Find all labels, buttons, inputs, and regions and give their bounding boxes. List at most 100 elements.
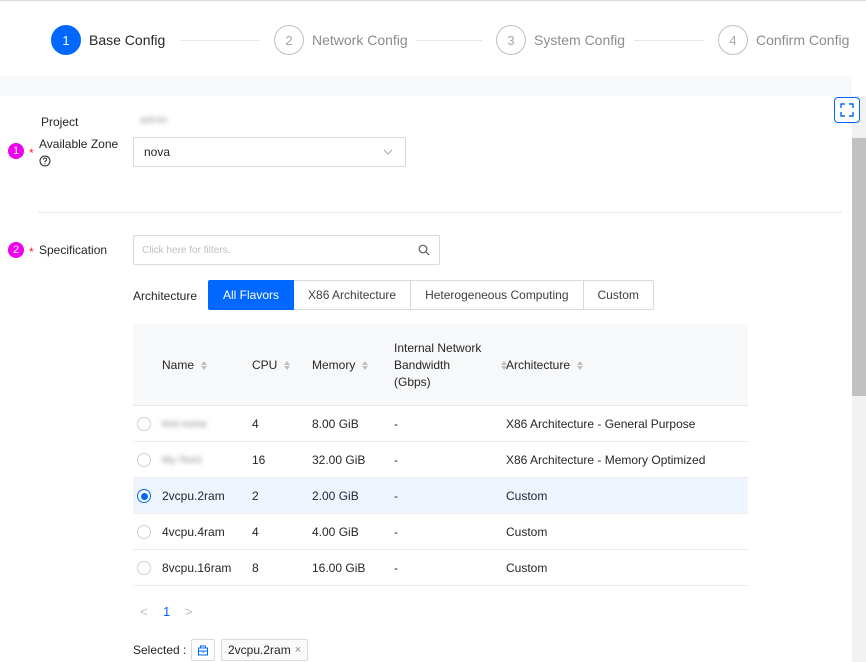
- column-cpu[interactable]: CPU: [252, 324, 291, 406]
- wizard-steps: 1 Base Config 2 Network Config 3 System …: [0, 1, 866, 76]
- cell-architecture: Custom: [506, 525, 548, 539]
- row-radio[interactable]: [137, 453, 151, 467]
- cell-cpu: 16: [252, 453, 266, 467]
- column-name-label: Name: [162, 358, 195, 372]
- required-asterisk: *: [29, 146, 34, 160]
- step-number: 2: [274, 25, 304, 55]
- cell-bandwidth: -: [394, 489, 398, 503]
- step-base-config[interactable]: 1 Base Config: [51, 25, 165, 55]
- table-row[interactable]: My-Test1 16 32.00 GiB - X86 Architecture - M…: [133, 442, 748, 478]
- flavor-icon-button[interactable]: [191, 639, 215, 661]
- cell-name: 4vcpu.4ram: [162, 525, 225, 539]
- step-label: Base Config: [89, 32, 166, 48]
- row-radio[interactable]: [137, 489, 151, 503]
- tab-x86-architecture[interactable]: X86 Architecture: [294, 280, 412, 310]
- architecture-tabs: All Flavors X86 Architecture Heterogeneo…: [208, 280, 654, 310]
- flavor-table: Name CPU Memory Internal Network Bandwid…: [133, 324, 748, 586]
- step-network-config[interactable]: 2 Network Config: [274, 25, 408, 55]
- step-label: System Config: [534, 32, 626, 48]
- tab-heterogeneous-computing[interactable]: Heterogeneous Computing: [411, 280, 584, 310]
- sort-icon[interactable]: [577, 360, 584, 370]
- column-cpu-label: CPU: [252, 358, 278, 372]
- chevron-down-icon: [383, 149, 393, 155]
- cell-architecture: X86 Architecture - Memory Optimized: [506, 453, 706, 467]
- fullscreen-icon: [840, 103, 854, 117]
- column-bandwidth-label: Internal Network Bandwidth (Gbps): [394, 340, 481, 391]
- page-1-button[interactable]: 1: [163, 604, 170, 619]
- bandwidth-label-line: (Gbps): [394, 374, 431, 389]
- column-bandwidth[interactable]: Internal Network Bandwidth (Gbps): [394, 324, 508, 406]
- column-name[interactable]: Name: [162, 324, 208, 406]
- column-memory[interactable]: Memory: [312, 324, 369, 406]
- step-label: Confirm Config: [756, 32, 850, 48]
- step-marker-2: 2: [8, 242, 24, 258]
- cell-bandwidth: -: [394, 561, 398, 575]
- cell-memory: 2.00 GiB: [312, 489, 359, 503]
- table-row[interactable]: 8vcpu.16ram 8 16.00 GiB - Custom: [133, 550, 748, 586]
- help-circle-icon[interactable]: [39, 155, 51, 167]
- project-label: Project: [41, 115, 79, 129]
- available-zone-value: nova: [144, 145, 171, 159]
- next-page-button[interactable]: >: [185, 604, 193, 619]
- specification-label: Specification: [39, 243, 108, 257]
- cell-memory: 8.00 GiB: [312, 417, 359, 431]
- cell-architecture: Custom: [506, 561, 548, 575]
- cell-cpu: 4: [252, 525, 259, 539]
- column-memory-label: Memory: [312, 358, 356, 372]
- table-row[interactable]: 4vcpu.4ram 4 4.00 GiB - Custom: [133, 514, 748, 550]
- step-number: 4: [718, 25, 748, 55]
- table-row[interactable]: test-numa 4 8.00 GiB - X86 Architecture - Ge…: [133, 406, 748, 442]
- table-header: Name CPU Memory Internal Network Bandwid…: [133, 324, 748, 406]
- cell-memory: 4.00 GiB: [312, 525, 359, 539]
- step-connector: [180, 40, 260, 41]
- step-number: 1: [51, 25, 81, 55]
- selected-label: Selected :: [133, 643, 187, 657]
- step-number: 3: [496, 25, 526, 55]
- cell-name: 8vcpu.16ram: [162, 561, 232, 575]
- table-body: test-numa 4 8.00 GiB - X86 Architecture - Ge…: [133, 406, 748, 586]
- cell-memory: 16.00 GiB: [312, 561, 366, 575]
- available-zone-select[interactable]: nova: [133, 137, 406, 167]
- filter-placeholder: Click here for filters.: [142, 244, 231, 256]
- search-icon[interactable]: [418, 244, 430, 256]
- table-row[interactable]: 2vcpu.2ram 2 2.00 GiB - Custom: [133, 478, 748, 514]
- step-system-config[interactable]: 3 System Config: [496, 25, 625, 55]
- cell-name: My-Test1: [162, 454, 203, 466]
- row-radio[interactable]: [137, 561, 151, 575]
- prev-page-button[interactable]: <: [140, 604, 148, 619]
- step-connector: [634, 40, 704, 41]
- column-architecture-label: Architecture: [506, 358, 571, 372]
- cell-cpu: 4: [252, 417, 259, 431]
- cell-bandwidth: -: [394, 417, 398, 431]
- step-connector: [416, 40, 482, 41]
- flavor-icon: [198, 645, 208, 656]
- selected-flavor-tag: 2vcpu.2ram ×: [221, 639, 309, 661]
- column-architecture[interactable]: Architecture: [506, 324, 584, 406]
- row-radio[interactable]: [137, 417, 151, 431]
- architecture-label: Architecture: [133, 289, 198, 303]
- cell-name: test-numa: [162, 418, 207, 430]
- fullscreen-button[interactable]: [834, 97, 860, 123]
- cell-bandwidth: -: [394, 453, 398, 467]
- tab-all-flavors[interactable]: All Flavors: [208, 280, 295, 310]
- row-radio[interactable]: [137, 525, 151, 539]
- sort-icon[interactable]: [284, 360, 291, 370]
- sort-icon[interactable]: [362, 360, 369, 370]
- section-divider: [38, 212, 842, 213]
- flavor-filter-input[interactable]: Click here for filters.: [133, 235, 440, 265]
- sort-icon[interactable]: [201, 360, 208, 370]
- required-asterisk: *: [29, 245, 34, 259]
- section-band: [0, 76, 852, 96]
- bandwidth-label-line: Internal Network: [394, 340, 482, 355]
- cell-architecture: X86 Architecture - General Purpose: [506, 417, 696, 431]
- tab-custom[interactable]: Custom: [583, 280, 654, 310]
- available-zone-label: Available Zone: [39, 137, 119, 151]
- scrollbar-thumb[interactable]: [852, 138, 866, 396]
- cell-cpu: 2: [252, 489, 259, 503]
- close-icon[interactable]: ×: [295, 644, 301, 656]
- cell-name: 2vcpu.2ram: [162, 489, 225, 503]
- cell-cpu: 8: [252, 561, 259, 575]
- step-confirm-config[interactable]: 4 Confirm Config: [718, 25, 849, 55]
- project-value: admin: [140, 115, 168, 126]
- cell-architecture: Custom: [506, 489, 548, 503]
